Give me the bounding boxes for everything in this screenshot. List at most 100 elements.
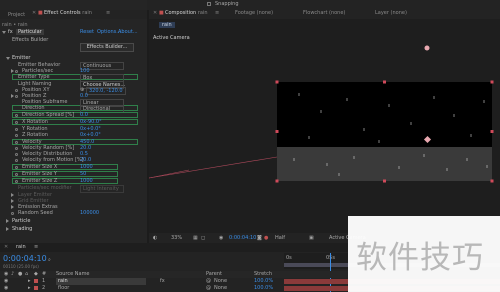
magnify-icon[interactable]: ◐ (153, 233, 157, 243)
param-particle[interactable]: Particle (0, 218, 147, 224)
param-x-rotation[interactable]: X Rotation 0x-90.0° (12, 119, 138, 125)
tab-flowchart[interactable]: Flowchart (none) (297, 10, 351, 16)
lock-icon[interactable]: ⌂ (25, 271, 28, 278)
param-direction-spread[interactable]: Direction Spread [%] 0.0 (12, 112, 138, 118)
visibility-icon[interactable]: ◉ (4, 278, 8, 285)
collapse-icon[interactable] (2, 31, 6, 34)
close-icon[interactable]: ✕ (32, 10, 36, 16)
camera-snapshot-icon[interactable]: ◉ (219, 233, 223, 243)
label-icon[interactable]: ◆ (34, 271, 38, 278)
reset-link[interactable]: Reset (80, 29, 94, 35)
stopwatch-icon[interactable] (15, 113, 18, 117)
expand-icon[interactable] (11, 199, 14, 203)
pickwhip-icon[interactable]: @ (206, 285, 211, 292)
param-velocity-from-motion[interactable]: Velocity from Motion [%] 20.0 (0, 157, 147, 163)
param-emitter-type[interactable]: Emitter Type Box (12, 74, 138, 82)
param-emitter-size-x[interactable]: Emitter Size X 1000 (12, 164, 118, 170)
stopwatch-icon[interactable] (15, 88, 18, 92)
param-emitter[interactable]: Emitter (0, 55, 147, 61)
stopwatch-icon[interactable] (15, 152, 18, 156)
label-color-swatch[interactable] (34, 279, 38, 283)
effects-builder-button[interactable]: Effects Builder... (80, 43, 134, 52)
parent-dropdown[interactable]: None (214, 285, 227, 292)
expand-icon[interactable] (11, 205, 14, 209)
stopwatch-icon[interactable] (15, 69, 18, 73)
expand-icon[interactable]: ▸ (28, 285, 31, 292)
pickwhip-icon[interactable]: @ (206, 278, 211, 285)
fx-badge-icon[interactable]: fx (8, 29, 13, 35)
effect-header[interactable]: fx Particular Reset Options... About... (0, 29, 147, 35)
visibility-icon[interactable]: ◉ (4, 285, 8, 292)
expand-icon[interactable] (11, 69, 14, 73)
menu-icon[interactable]: ≡ (215, 10, 219, 16)
close-icon[interactable]: ✕ (4, 244, 8, 250)
stopwatch-icon[interactable] (15, 120, 18, 124)
stopwatch-icon[interactable] (15, 133, 18, 137)
snapping-checkbox[interactable] (207, 2, 211, 6)
close-icon[interactable]: ✕ (153, 10, 157, 16)
stopwatch-icon[interactable] (15, 146, 18, 150)
expand-icon[interactable]: ▸ (28, 278, 31, 285)
param-emitter-size-z[interactable]: Emitter Size Z 1000 (12, 178, 118, 184)
expand-icon[interactable] (11, 94, 14, 98)
visibility-icon[interactable]: ◉ (4, 271, 8, 278)
stopwatch-icon[interactable] (15, 158, 18, 162)
stopwatch-icon[interactable] (15, 127, 18, 131)
tab-layer[interactable]: Layer (none) (369, 10, 413, 16)
expand-icon[interactable] (11, 193, 14, 197)
param-value[interactable]: 1000 (80, 164, 93, 170)
snapshot-icon[interactable]: ◙ (257, 233, 262, 243)
stretch-value[interactable]: 100.0% (254, 278, 273, 285)
stretch-header[interactable]: Stretch (254, 271, 272, 278)
audio-icon[interactable]: ♪ (11, 271, 14, 278)
stopwatch-icon[interactable] (15, 179, 18, 183)
expand-icon[interactable] (6, 227, 9, 231)
param-random-seed[interactable]: Random Seed 100000 (0, 210, 147, 216)
stopwatch-icon[interactable] (15, 172, 18, 176)
param-value[interactable]: 50 (80, 171, 86, 177)
menu-icon[interactable]: ≡ (34, 244, 38, 250)
param-value[interactable]: 0.0 (80, 112, 88, 118)
zoom-dropdown[interactable]: 33% (171, 233, 182, 243)
param-direction[interactable]: Direction Directional (12, 105, 138, 113)
stopwatch-icon[interactable] (11, 211, 14, 215)
comp-subtab[interactable]: rain (159, 22, 175, 28)
region-icon[interactable]: ▣ (309, 233, 314, 243)
mask-icon[interactable]: ◻ (201, 233, 205, 243)
timecode[interactable]: 0:00:04:10 (3, 254, 47, 263)
camera-handle[interactable] (424, 45, 430, 51)
fx-switch-icon[interactable]: fx (160, 278, 165, 285)
about-link[interactable]: About... (118, 29, 138, 35)
timeline-comp-tab[interactable]: rain (16, 244, 26, 250)
param-shading[interactable]: Shading (0, 226, 147, 232)
layer-name[interactable]: floor (58, 285, 69, 292)
layer-name[interactable]: rain (56, 278, 146, 285)
menu-icon[interactable]: ≡ (106, 10, 110, 16)
comp-viewer[interactable] (149, 38, 500, 233)
param-z-rotation[interactable]: Z Rotation 0x+0.0° (0, 132, 147, 138)
expand-icon[interactable] (6, 219, 9, 223)
param-value[interactable]: 100000 (80, 210, 99, 216)
tab-composition[interactable]: Composition rain (165, 10, 208, 16)
floor-layer[interactable] (277, 147, 492, 181)
param-value[interactable]: 1000 (80, 178, 93, 184)
parent-header[interactable]: Parent (206, 271, 222, 278)
stretch-value[interactable]: 100.0% (254, 285, 273, 292)
search-icon[interactable]: ⌕ (48, 257, 51, 263)
stopwatch-icon[interactable] (15, 140, 18, 144)
stopwatch-icon[interactable] (15, 94, 18, 98)
tab-footage[interactable]: Footage (none) (229, 10, 279, 16)
source-name-header[interactable]: Source Name (56, 271, 90, 278)
param-emitter-size-y[interactable]: Emitter Size Y 50 (12, 171, 118, 177)
param-value[interactable]: 0x-90.0° (80, 119, 102, 125)
param-value[interactable]: 20.0 (80, 157, 91, 163)
param-particles-sec-modifier[interactable]: Particles/sec modifier Light Intensity (0, 185, 147, 193)
parent-dropdown[interactable]: None (214, 278, 227, 285)
tab-project[interactable]: Project (2, 12, 31, 18)
collapse-icon[interactable] (6, 57, 10, 60)
resolution-dropdown[interactable]: Half (275, 233, 285, 243)
current-time[interactable]: 0:00:04:10 (229, 233, 256, 243)
label-color-swatch[interactable] (34, 286, 38, 290)
grid-icon[interactable]: ▦ (193, 233, 198, 243)
stopwatch-icon[interactable] (15, 165, 18, 169)
